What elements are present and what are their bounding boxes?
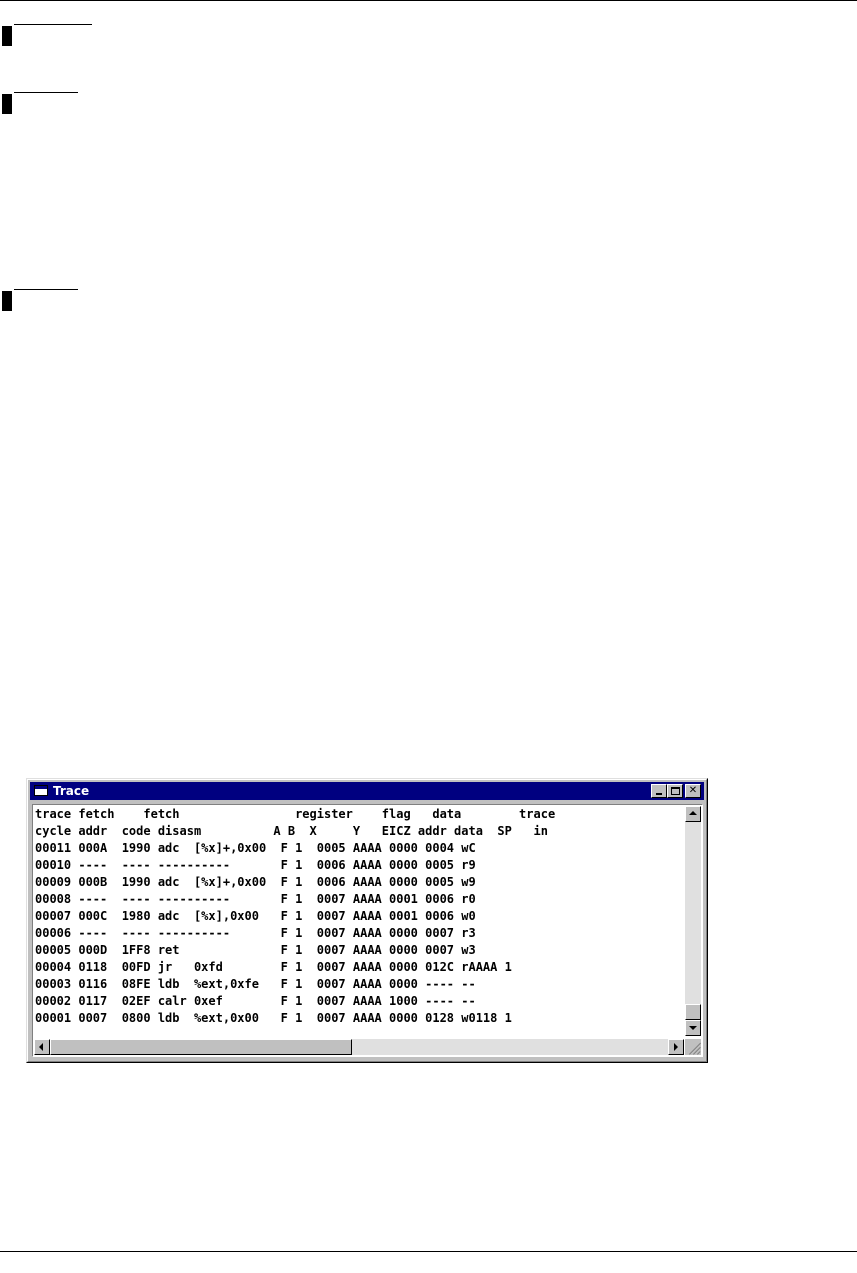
window-title: Trace <box>53 784 90 798</box>
section-marker-rule <box>14 92 78 93</box>
trace-window: Trace ✕ trace fetch fetch register flag … <box>26 778 708 1063</box>
arrow-up-icon <box>689 811 697 815</box>
arrow-left-icon <box>39 1043 43 1051</box>
section-marker <box>2 289 82 313</box>
title-bar[interactable]: Trace ✕ <box>30 782 704 800</box>
scroll-right-button[interactable] <box>668 1039 684 1055</box>
trace-row: 00009 000B 1990 adc [%x]+,0x00 F 1 0006 … <box>35 875 476 889</box>
page-top-rule <box>0 0 857 1</box>
section-marker-rule <box>14 289 78 290</box>
vertical-scroll-thumb[interactable] <box>685 1004 701 1020</box>
vertical-scrollbar[interactable] <box>685 806 701 1036</box>
section-marker-bar <box>2 291 12 311</box>
trace-row: 00005 000D 1FF8 ret F 1 0007 AAAA 0000 0… <box>35 943 476 957</box>
trace-content: trace fetch fetch register flag data tra… <box>35 806 683 1036</box>
trace-row: 00010 ---- ---- ---------- F 1 0006 AAAA… <box>35 858 476 872</box>
section-marker-rule <box>14 24 92 25</box>
page-bottom-rule <box>0 1251 857 1252</box>
scroll-left-button[interactable] <box>34 1039 50 1055</box>
trace-view[interactable]: trace fetch fetch register flag data tra… <box>32 804 703 1057</box>
trace-row: 00008 ---- ---- ---------- F 1 0007 AAAA… <box>35 892 476 906</box>
trace-header-line: cycle addr code disasm A B X Y EICZ addr… <box>35 824 548 838</box>
trace-row: 00011 000A 1990 adc [%x]+,0x00 F 1 0005 … <box>35 841 476 855</box>
horizontal-scrollbar[interactable] <box>34 1039 684 1055</box>
trace-row: 00007 000C 1980 adc [%x],0x00 F 1 0007 A… <box>35 909 476 923</box>
resize-grip-icon[interactable] <box>685 1039 702 1055</box>
scroll-up-button[interactable] <box>685 806 701 822</box>
trace-row: 00002 0117 02EF calr 0xef F 1 0007 AAAA … <box>35 994 476 1008</box>
maximize-button[interactable] <box>667 784 683 798</box>
trace-window-frame: Trace ✕ trace fetch fetch register flag … <box>27 779 707 1062</box>
trace-row: 00003 0116 08FE ldb %ext,0xfe F 1 0007 A… <box>35 977 476 991</box>
trace-row: 00006 ---- ---- ---------- F 1 0007 AAAA… <box>35 926 476 940</box>
arrow-right-icon <box>674 1043 678 1051</box>
trace-header-line: trace fetch fetch register flag data tra… <box>35 807 556 821</box>
trace-row: 00001 0007 0800 ldb %ext,0x00 F 1 0007 A… <box>35 1011 512 1025</box>
close-icon: ✕ <box>688 785 698 796</box>
maximize-icon <box>671 787 680 795</box>
trace-row: 00004 0118 00FD jr 0xfd F 1 0007 AAAA 00… <box>35 960 512 974</box>
horizontal-scroll-thumb[interactable] <box>50 1039 352 1055</box>
minimize-button[interactable] <box>651 784 667 798</box>
section-marker <box>2 24 92 48</box>
arrow-down-icon <box>689 1026 697 1030</box>
scroll-down-button[interactable] <box>685 1020 701 1036</box>
section-marker-bar <box>2 26 12 46</box>
close-button[interactable]: ✕ <box>685 784 701 798</box>
section-marker <box>2 92 82 116</box>
window-icon[interactable] <box>34 785 48 796</box>
section-marker-bar <box>2 94 12 114</box>
minimize-icon <box>656 793 662 795</box>
